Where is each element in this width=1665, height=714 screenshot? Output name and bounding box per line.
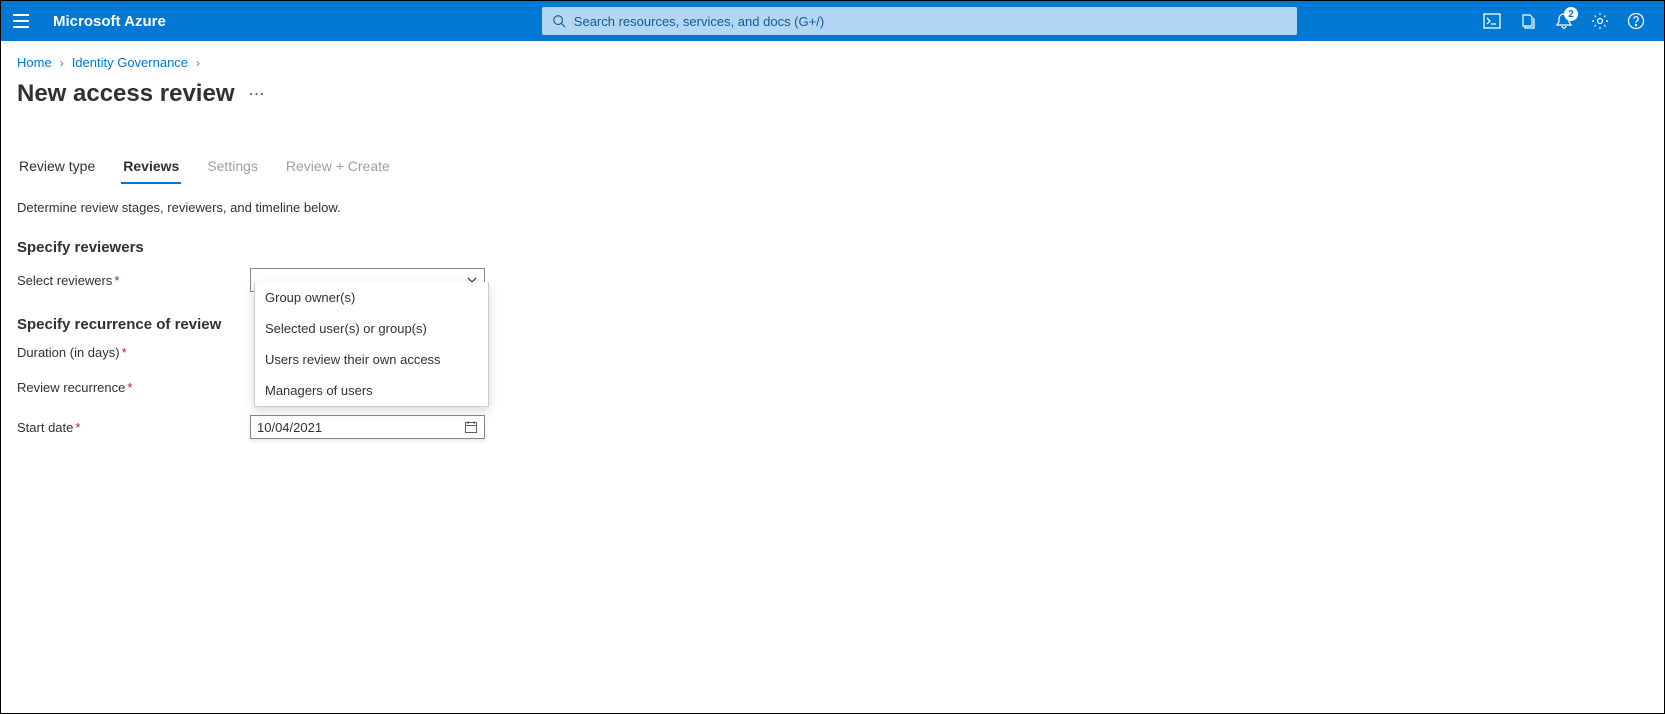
notifications-icon[interactable]: 2 [1546, 1, 1582, 41]
brand-label[interactable]: Microsoft Azure [41, 13, 182, 30]
notification-badge: 2 [1564, 7, 1578, 21]
section-specify-reviewers: Specify reviewers [17, 239, 1648, 256]
help-icon[interactable] [1618, 1, 1654, 41]
search-placeholder: Search resources, services, and docs (G+… [574, 14, 824, 29]
option-managers[interactable]: Managers of users [255, 375, 488, 406]
chevron-right-icon: › [60, 56, 64, 70]
required-indicator: * [114, 273, 119, 288]
label-start-date: Start date* [17, 420, 250, 435]
main-content: Home › Identity Governance › New access … [1, 41, 1664, 473]
start-date-value: 10/04/2021 [257, 420, 322, 435]
option-selected-users[interactable]: Selected user(s) or group(s) [255, 313, 488, 344]
page-title: New access review [17, 80, 235, 108]
option-group-owners[interactable]: Group owner(s) [255, 282, 488, 313]
required-indicator: * [122, 345, 127, 360]
label-duration: Duration (in days)* [17, 345, 250, 360]
hamburger-menu-icon[interactable] [1, 14, 41, 28]
tab-settings: Settings [205, 152, 260, 184]
option-users-review-own[interactable]: Users review their own access [255, 344, 488, 375]
directories-icon[interactable] [1510, 1, 1546, 41]
label-review-recurrence: Review recurrence* [17, 380, 250, 395]
top-actions: 2 [1474, 1, 1664, 41]
topbar: Microsoft Azure Search resources, servic… [1, 1, 1664, 41]
global-search-input[interactable]: Search resources, services, and docs (G+… [542, 7, 1297, 35]
calendar-icon[interactable] [464, 420, 478, 434]
required-indicator: * [127, 380, 132, 395]
label-select-reviewers: Select reviewers* [17, 273, 250, 288]
required-indicator: * [75, 420, 80, 435]
chevron-right-icon: › [196, 56, 200, 70]
more-actions-icon[interactable]: ⋯ [249, 84, 266, 104]
tab-description: Determine review stages, reviewers, and … [17, 200, 1648, 215]
wizard-tabs: Review type Reviews Settings Review + Cr… [17, 152, 1648, 184]
breadcrumb-identity-governance[interactable]: Identity Governance [72, 55, 188, 70]
breadcrumb: Home › Identity Governance › [17, 55, 1648, 70]
tab-review-create: Review + Create [284, 152, 392, 184]
breadcrumb-home[interactable]: Home [17, 55, 52, 70]
start-date-input[interactable]: 10/04/2021 [250, 415, 485, 439]
cloud-shell-icon[interactable] [1474, 1, 1510, 41]
select-reviewers-options: Group owner(s) Selected user(s) or group… [254, 282, 489, 407]
tab-review-type[interactable]: Review type [17, 152, 97, 184]
settings-icon[interactable] [1582, 1, 1618, 41]
tab-reviews[interactable]: Reviews [121, 152, 181, 184]
